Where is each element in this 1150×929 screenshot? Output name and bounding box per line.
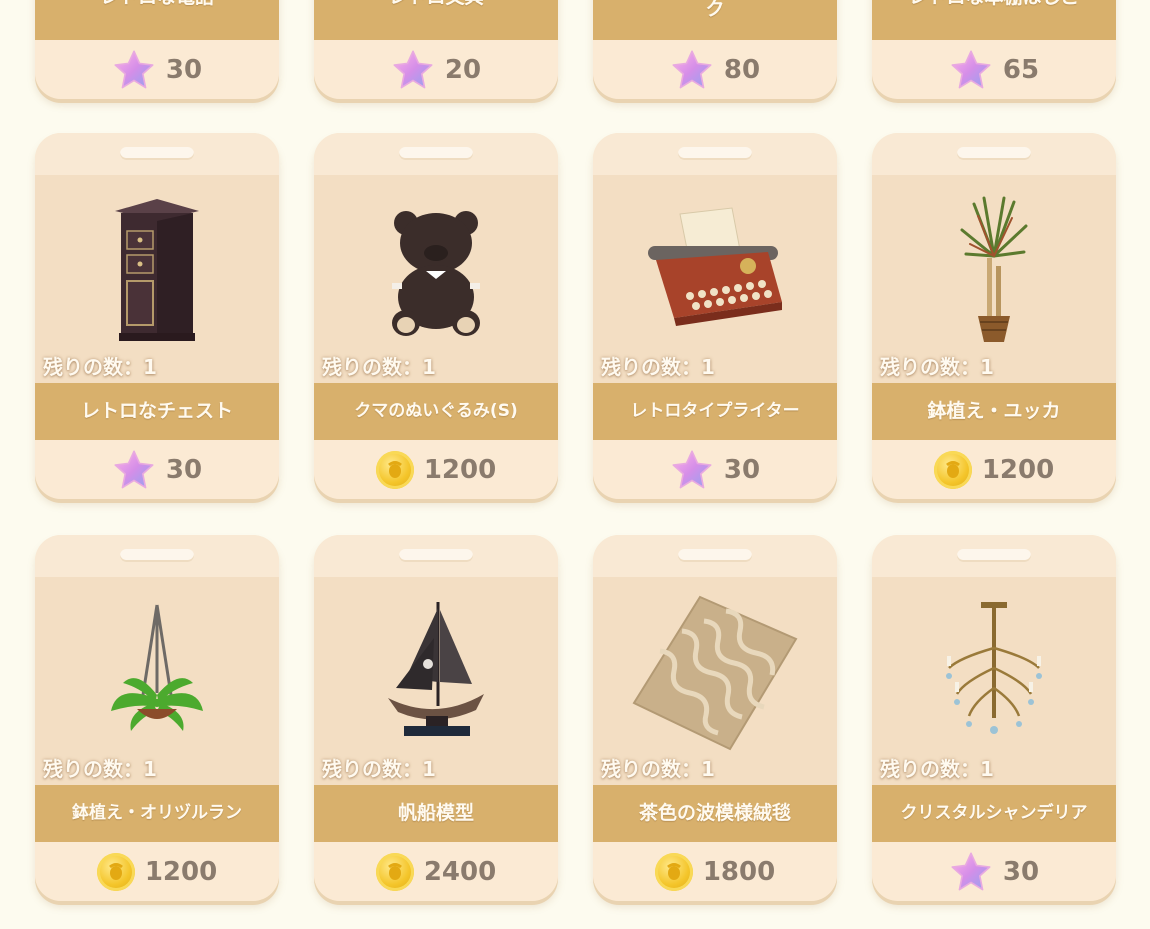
coin-currency-icon — [375, 852, 414, 891]
item-name: 帆船模型 — [397, 802, 474, 824]
star-currency-icon — [672, 449, 712, 488]
card-tab — [399, 549, 473, 562]
remaining-count: 残りの数：1 — [43, 757, 157, 781]
item-card[interactable]: ク 80 — [593, 0, 837, 99]
item-card[interactable]: 残りの数：1 クマのぬいぐるみ(S) 1200 — [314, 133, 558, 499]
item-card[interactable]: レトロな電話 30 — [35, 0, 279, 99]
star-currency-icon — [114, 449, 154, 488]
yucca-plant-icon — [960, 196, 1028, 342]
price-row: 65 — [872, 40, 1116, 99]
item-name-band: ク — [593, 0, 837, 40]
item-price: 1200 — [981, 454, 1055, 485]
item-price: 30 — [723, 454, 761, 485]
item-name-band: レトロタイプライター — [593, 383, 837, 440]
card-tab — [120, 147, 194, 160]
item-name: レトロなチェスト — [80, 400, 233, 422]
typewriter-icon — [648, 207, 782, 326]
item-name: 鉢植え・オリヅルラン — [72, 803, 242, 823]
coin-currency-icon — [933, 450, 972, 489]
card-tab — [957, 147, 1031, 160]
remaining-count: 残りの数：1 — [880, 757, 994, 781]
card-tab — [399, 147, 473, 160]
wave-rug-icon — [632, 595, 798, 751]
item-name-band: レトロな本棚はしご — [872, 0, 1116, 40]
star-currency-icon — [114, 49, 154, 88]
item-name: レトロな電話 — [92, 0, 222, 9]
item-name-band: 茶色の波模様絨毯 — [593, 785, 837, 842]
price-row: 1200 — [314, 440, 558, 499]
star-currency-icon — [951, 49, 991, 88]
chest-icon — [115, 199, 199, 341]
item-price: 2400 — [423, 856, 497, 887]
price-row: 30 — [593, 440, 837, 499]
price-row: 30 — [872, 842, 1116, 901]
item-price: 20 — [444, 54, 482, 85]
item-name-band: レトロ文具 — [314, 0, 558, 40]
star-currency-icon — [672, 49, 712, 88]
hanging-plant-icon — [111, 604, 203, 731]
price-row: 1200 — [35, 842, 279, 901]
card-tab — [957, 549, 1031, 562]
item-name: 茶色の波模様絨毯 — [638, 802, 791, 824]
item-name: レトロタイプライター — [630, 401, 800, 421]
item-price: 30 — [1002, 856, 1040, 887]
remaining-count: 残りの数：1 — [601, 757, 715, 781]
coin-currency-icon — [654, 852, 693, 891]
price-row: 30 — [35, 40, 279, 99]
item-card[interactable]: 残りの数：1 茶色の波模様絨毯 1800 — [593, 535, 837, 901]
item-card[interactable]: 残りの数：1 鉢植え・オリヅルラン 1200 — [35, 535, 279, 901]
item-card[interactable]: 残りの数：1 帆船模型 2400 — [314, 535, 558, 901]
star-currency-icon — [393, 49, 433, 88]
item-name: クリスタルシャンデリア — [900, 803, 1088, 823]
item-card[interactable]: 残りの数：1 鉢植え・ユッカ 1200 — [872, 133, 1116, 499]
item-card[interactable]: レトロな本棚はしご 65 — [872, 0, 1116, 99]
item-price: 30 — [165, 454, 203, 485]
item-name-band: クマのぬいぐるみ(S) — [314, 383, 558, 440]
item-price: 80 — [723, 54, 761, 85]
price-row: 1800 — [593, 842, 837, 901]
remaining-count: 残りの数：1 — [322, 355, 436, 379]
item-price: 1200 — [144, 856, 218, 887]
item-name-band: クリスタルシャンデリア — [872, 785, 1116, 842]
sailboat-model-icon — [388, 602, 484, 736]
item-card[interactable]: レトロ文具 20 — [314, 0, 558, 99]
item-name: 鉢植え・ユッカ — [927, 400, 1061, 422]
item-card[interactable]: 残りの数：1 レトロタイプライター 30 — [593, 133, 837, 499]
remaining-count: 残りの数：1 — [601, 355, 715, 379]
card-tab — [120, 549, 194, 562]
item-name-band: 鉢植え・ユッカ — [872, 383, 1116, 440]
item-name-band: 鉢植え・オリヅルラン — [35, 785, 279, 842]
price-row: 80 — [593, 40, 837, 99]
item-price: 65 — [1002, 54, 1040, 85]
price-row: 30 — [35, 440, 279, 499]
remaining-count: 残りの数：1 — [322, 757, 436, 781]
item-name-band: レトロなチェスト — [35, 383, 279, 440]
price-row: 2400 — [314, 842, 558, 901]
shop-grid: レトロな電話 30 レトロ文具 20 ク 80 レトロな本棚はしご 65 — [0, 0, 1150, 929]
item-card[interactable]: 残りの数：1 クリスタルシャンデリア 30 — [872, 535, 1116, 901]
remaining-count: 残りの数：1 — [880, 355, 994, 379]
item-name-band: レトロな電話 — [35, 0, 279, 40]
card-tab — [678, 147, 752, 160]
coin-currency-icon — [96, 852, 135, 891]
item-price: 30 — [165, 54, 203, 85]
coin-currency-icon — [375, 450, 414, 489]
item-name: クマのぬいぐるみ(S) — [354, 401, 518, 421]
item-name: ク — [705, 0, 725, 20]
item-card[interactable]: 残りの数：1 レトロなチェスト 30 — [35, 133, 279, 499]
price-row: 20 — [314, 40, 558, 99]
item-price: 1800 — [702, 856, 776, 887]
teddy-bear-icon — [392, 211, 480, 336]
price-row: 1200 — [872, 440, 1116, 499]
item-name-band: 帆船模型 — [314, 785, 558, 842]
remaining-count: 残りの数：1 — [43, 355, 157, 379]
item-price: 1200 — [423, 454, 497, 485]
chandelier-icon — [946, 602, 1042, 734]
item-name: レトロ文具 — [380, 0, 491, 9]
card-tab — [678, 549, 752, 562]
item-name: レトロな本棚はしご — [900, 0, 1087, 9]
star-currency-icon — [951, 851, 991, 890]
